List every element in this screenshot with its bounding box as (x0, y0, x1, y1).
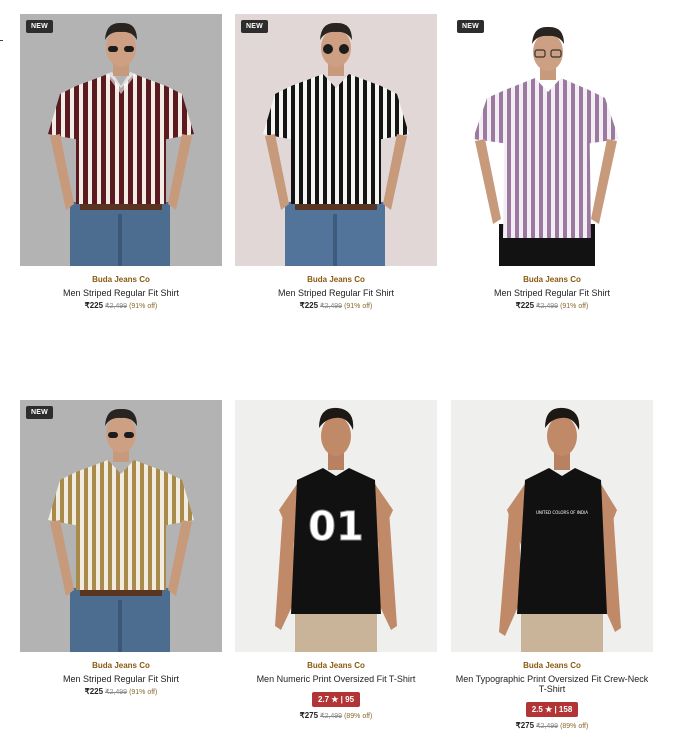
rating-badge[interactable]: 2.5 ★ | 158 (525, 702, 579, 717)
original-price: ₹2,499 (536, 723, 559, 730)
mustard-striped-shirt-model-image (48, 408, 194, 652)
product-title: Men Striped Regular Fit Shirt (493, 288, 611, 298)
rating-badge[interactable]: 2.7 ★ | 95 (311, 692, 361, 707)
sale-price: ₹225 (84, 301, 104, 310)
product-card[interactable]: NEW Buda Jeans Co Men Striped Regular Fi… (451, 14, 653, 311)
price-row: ₹275 ₹2,499 (89% off) (235, 711, 437, 721)
new-badge: NEW (457, 20, 484, 33)
product-title: Men Striped Regular Fit Shirt (62, 288, 180, 298)
original-price: ₹2,499 (105, 303, 128, 310)
product-title: Men Typographic Print Oversized Fit Crew… (455, 674, 649, 694)
original-price: ₹2,499 (536, 303, 559, 310)
price-row: ₹225 ₹2,499 (91% off) (20, 301, 222, 311)
print-numeric-text: 01 (308, 504, 364, 550)
price-row: ₹225 ₹2,499 (91% off) (451, 301, 653, 311)
brand-name: Buda Jeans Co (92, 275, 150, 284)
sale-price: ₹225 (515, 301, 535, 310)
product-card[interactable]: 01 Buda Jeans Co Men Numeric Print Overs… (235, 400, 437, 721)
sale-price: ₹225 (84, 687, 104, 696)
discount-text: (91% off) (129, 689, 158, 696)
product-card[interactable]: UNITED COLORS OF INDIA Buda Jeans Co Men… (451, 400, 653, 731)
product-title: Men Striped Regular Fit Shirt (62, 674, 180, 684)
brand-name: Buda Jeans Co (523, 661, 581, 670)
sale-price: ₹275 (515, 721, 535, 730)
price-row: ₹225 ₹2,499 (91% off) (235, 301, 437, 311)
print-typographic-text: UNITED COLORS OF INDIA (536, 510, 588, 515)
price-row: ₹275 ₹2,499 (89% off) (451, 721, 653, 731)
product-card[interactable]: NEW Buda Jeans Co Men Striped Regular Fi… (20, 400, 222, 697)
brand-name: Buda Jeans Co (523, 275, 581, 284)
discount-text: (91% off) (344, 303, 373, 310)
discount-text: (89% off) (560, 723, 589, 730)
new-badge: NEW (241, 20, 268, 33)
sale-price: ₹225 (299, 301, 319, 310)
rating-row: 2.5 ★ | 158 (451, 699, 653, 717)
new-badge: NEW (26, 406, 53, 419)
sale-price: ₹275 (299, 711, 319, 720)
product-image[interactable]: NEW (451, 14, 653, 266)
product-card[interactable]: NEW Buda Jeans Co Men Striped Regular Fi… (235, 14, 437, 311)
product-grid: NEW Buda Jeans Co Men Striped Regular Fi… (0, 0, 685, 752)
brand-name: Buda Jeans Co (307, 275, 365, 284)
product-image[interactable]: 01 (235, 400, 437, 652)
brand-name: Buda Jeans Co (307, 661, 365, 670)
product-title: Men Striped Regular Fit Shirt (277, 288, 395, 298)
product-image[interactable]: NEW (20, 14, 222, 266)
product-image[interactable]: UNITED COLORS OF INDIA (451, 400, 653, 652)
typographic-print-tshirt-model-image: UNITED COLORS OF INDIA (499, 407, 621, 652)
product-image[interactable]: NEW (235, 14, 437, 266)
lavender-striped-shirt-model-image (473, 26, 619, 266)
new-badge: NEW (26, 20, 53, 33)
product-title: Men Numeric Print Oversized Fit T-Shirt (256, 674, 416, 684)
product-image[interactable]: NEW (20, 400, 222, 652)
numeric-print-tshirt-model-image: 01 (275, 407, 397, 652)
product-card[interactable]: NEW Buda Jeans Co Men Striped Regular Fi… (20, 14, 222, 311)
discount-text: (91% off) (560, 303, 589, 310)
discount-text: (91% off) (129, 303, 158, 310)
original-price: ₹2,499 (320, 303, 343, 310)
original-price: ₹2,499 (320, 713, 343, 720)
brand-name: Buda Jeans Co (92, 661, 150, 670)
price-row: ₹225 ₹2,499 (91% off) (20, 687, 222, 697)
maroon-striped-shirt-model-image (48, 22, 194, 266)
black-striped-shirt-model-image (263, 22, 409, 266)
original-price: ₹2,499 (105, 689, 128, 696)
rating-row: 2.7 ★ | 95 (235, 689, 437, 707)
discount-text: (89% off) (344, 713, 373, 720)
